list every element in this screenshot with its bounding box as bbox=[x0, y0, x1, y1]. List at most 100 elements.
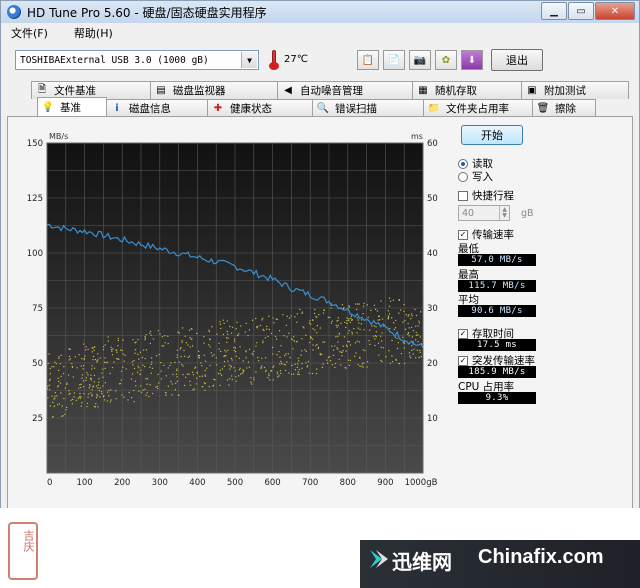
access-time-point bbox=[380, 335, 382, 337]
access-time-point bbox=[189, 329, 191, 331]
transfer-rate-checkbox[interactable]: ✓ 传输速率 bbox=[458, 227, 514, 242]
access-time-point bbox=[293, 336, 295, 338]
access-time-point bbox=[152, 338, 154, 340]
access-time-point bbox=[80, 396, 82, 398]
tab-disk-info[interactable]: i 磁盘信息 bbox=[106, 99, 208, 117]
short-stroke-input[interactable]: 40 ▲ ▼ bbox=[458, 205, 510, 221]
access-time-point bbox=[93, 349, 95, 351]
access-time-point bbox=[347, 359, 349, 361]
tab-folder-usage[interactable]: 📁 文件夹占用率 bbox=[423, 99, 533, 117]
tab-extra-tests[interactable]: ▣ 附加测试 bbox=[521, 81, 629, 99]
write-radio[interactable]: 写入 bbox=[458, 169, 493, 184]
radio-dot bbox=[458, 158, 468, 169]
tab-benchmark[interactable]: 💡 基准 bbox=[37, 97, 107, 117]
access-time-point bbox=[275, 318, 277, 320]
access-time-point bbox=[319, 327, 321, 329]
radio-dot bbox=[458, 171, 468, 182]
x-tick-label: 900 bbox=[377, 478, 393, 488]
tab-error-scan[interactable]: 🔍 错误扫描 bbox=[312, 99, 424, 117]
access-time-point bbox=[345, 344, 348, 346]
menu-file[interactable]: 文件(F) bbox=[11, 25, 48, 41]
access-time-point bbox=[316, 325, 318, 327]
x-tick-label: 200 bbox=[114, 478, 130, 488]
access-time-point bbox=[181, 340, 183, 342]
access-time-point bbox=[90, 392, 92, 394]
access-time-point bbox=[304, 349, 306, 351]
screenshot-button[interactable]: 📷 bbox=[409, 50, 431, 70]
access-time-point bbox=[308, 322, 310, 324]
minimize-button[interactable]: ▁ bbox=[541, 2, 567, 20]
access-time-point bbox=[148, 395, 150, 398]
access-time-point bbox=[60, 354, 62, 356]
access-time-point bbox=[286, 315, 288, 317]
access-time-point bbox=[363, 302, 365, 304]
chevron-down-icon[interactable]: ▼ bbox=[241, 52, 257, 68]
options-button[interactable]: ✿ bbox=[435, 50, 457, 70]
access-time-point bbox=[96, 361, 98, 363]
spin-arrows-icon[interactable]: ▲ ▼ bbox=[499, 206, 509, 220]
access-time-point bbox=[98, 381, 100, 383]
access-time-point bbox=[335, 336, 337, 338]
access-time-point bbox=[273, 322, 275, 324]
access-time-point bbox=[79, 393, 81, 395]
access-time-point bbox=[204, 374, 206, 376]
access-time-point bbox=[403, 343, 406, 345]
access-time-point bbox=[415, 334, 418, 336]
copy-info-button[interactable]: 📋 bbox=[357, 50, 379, 70]
access-time-point bbox=[165, 394, 167, 396]
close-button[interactable]: ✕ bbox=[595, 2, 635, 20]
access-time-point bbox=[138, 390, 140, 392]
access-time-point bbox=[149, 332, 151, 334]
access-time-point bbox=[97, 406, 99, 408]
y-left-tick-label: 150 bbox=[27, 139, 43, 149]
access-time-point bbox=[290, 338, 293, 340]
exit-button[interactable]: 退出 bbox=[491, 49, 543, 71]
access-time-point bbox=[49, 405, 51, 407]
access-time-point bbox=[411, 345, 413, 347]
access-time-point bbox=[375, 326, 377, 328]
access-time-point bbox=[276, 354, 278, 356]
access-time-point bbox=[65, 409, 67, 411]
access-time-point bbox=[68, 348, 70, 350]
access-time-point bbox=[91, 389, 93, 391]
access-time-point bbox=[104, 367, 106, 369]
access-time-point bbox=[72, 376, 74, 378]
access-time-point bbox=[349, 321, 351, 323]
access-time-point bbox=[407, 315, 409, 317]
tab-health[interactable]: ✚ 健康状态 bbox=[207, 99, 313, 117]
menu-help[interactable]: 帮助(H) bbox=[74, 25, 113, 41]
access-time-point bbox=[67, 374, 70, 376]
access-time-point bbox=[227, 333, 229, 335]
access-time-point bbox=[224, 349, 226, 351]
access-time-point bbox=[291, 373, 293, 375]
access-time-point bbox=[178, 332, 180, 334]
access-time-point bbox=[226, 379, 229, 381]
avg-value: 90.6 MB/s bbox=[458, 305, 536, 317]
copy-text-button[interactable]: 📄 bbox=[383, 50, 405, 70]
access-time-point bbox=[132, 373, 134, 375]
access-time-point bbox=[64, 387, 66, 389]
access-time-point bbox=[346, 346, 348, 348]
access-time-point bbox=[382, 347, 384, 349]
tab-disk-monitor[interactable]: ▤ 磁盘监视器 bbox=[150, 81, 278, 99]
tab-erase[interactable]: 🗑 擦除 bbox=[532, 99, 596, 117]
access-time-point bbox=[390, 300, 392, 302]
access-time-point bbox=[409, 355, 411, 357]
access-time-point bbox=[415, 314, 418, 317]
access-time-point bbox=[305, 334, 307, 336]
y-left-tick-label: 50 bbox=[32, 359, 43, 369]
save-button[interactable]: ⬇ bbox=[461, 50, 483, 70]
short-stroke-checkbox[interactable]: 快捷行程 bbox=[458, 188, 514, 203]
access-time-point bbox=[279, 370, 282, 372]
tabs-row-top: 🗎 文件基准 ▤ 磁盘监视器 ◀ 自动噪音管理 ▦ 随机存取 ▣ 附加测试 bbox=[31, 81, 629, 99]
start-button[interactable]: 开始 bbox=[461, 125, 523, 145]
tab-aam[interactable]: ◀ 自动噪音管理 bbox=[277, 81, 413, 99]
drive-select[interactable]: TOSHIBAExternal USB 3.0 (1000 gB) ▼ bbox=[15, 50, 259, 70]
access-time-point bbox=[68, 355, 71, 357]
access-time-point bbox=[366, 304, 368, 306]
tab-random-access[interactable]: ▦ 随机存取 bbox=[412, 81, 522, 99]
restore-button[interactable]: ▭ bbox=[568, 2, 594, 20]
seal-text: 吉庆 bbox=[22, 530, 35, 552]
access-time-point bbox=[340, 364, 342, 366]
access-time-point bbox=[404, 328, 407, 330]
